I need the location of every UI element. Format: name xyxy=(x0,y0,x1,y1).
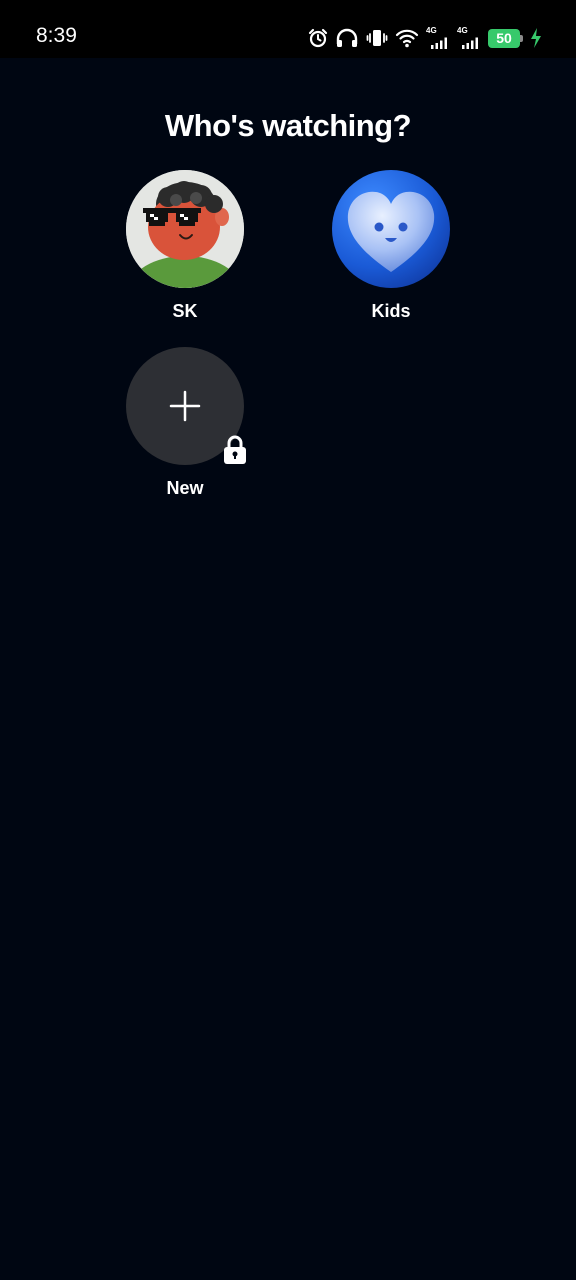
signal-icon: 4G xyxy=(457,26,481,49)
signal-icon: 4G xyxy=(426,26,450,49)
profile-name: SK xyxy=(172,301,198,321)
profile-sk[interactable]: SK xyxy=(115,170,255,322)
charging-icon xyxy=(530,28,542,48)
status-time: 8:39 xyxy=(36,24,77,47)
profile-name: Kids xyxy=(371,301,411,321)
avatar[interactable] xyxy=(126,170,244,288)
heart-face-icon xyxy=(347,191,435,272)
network-type-label: 4G xyxy=(426,26,437,35)
vibrate-icon xyxy=(366,28,388,48)
battery-icon: 50 xyxy=(488,28,523,48)
cartoon-face-avatar xyxy=(126,170,244,288)
alarm-icon xyxy=(308,28,328,48)
add-profile-avatar[interactable] xyxy=(126,347,246,465)
lock-icon xyxy=(220,433,250,467)
status-icons: 4G 4G 50 xyxy=(308,26,542,50)
profile-kids[interactable]: Kids xyxy=(321,170,461,322)
wifi-icon xyxy=(395,28,419,48)
headphones-icon xyxy=(335,28,359,48)
add-profile-button[interactable]: New xyxy=(115,347,255,499)
status-bar: 8:39 4G 4G 50 xyxy=(0,0,576,58)
network-type-label: 4G xyxy=(457,26,468,35)
page-title: Who's watching? xyxy=(164,108,412,143)
battery-level: 50 xyxy=(496,30,512,46)
add-profile-label: New xyxy=(166,478,204,498)
avatar[interactable] xyxy=(332,170,450,288)
